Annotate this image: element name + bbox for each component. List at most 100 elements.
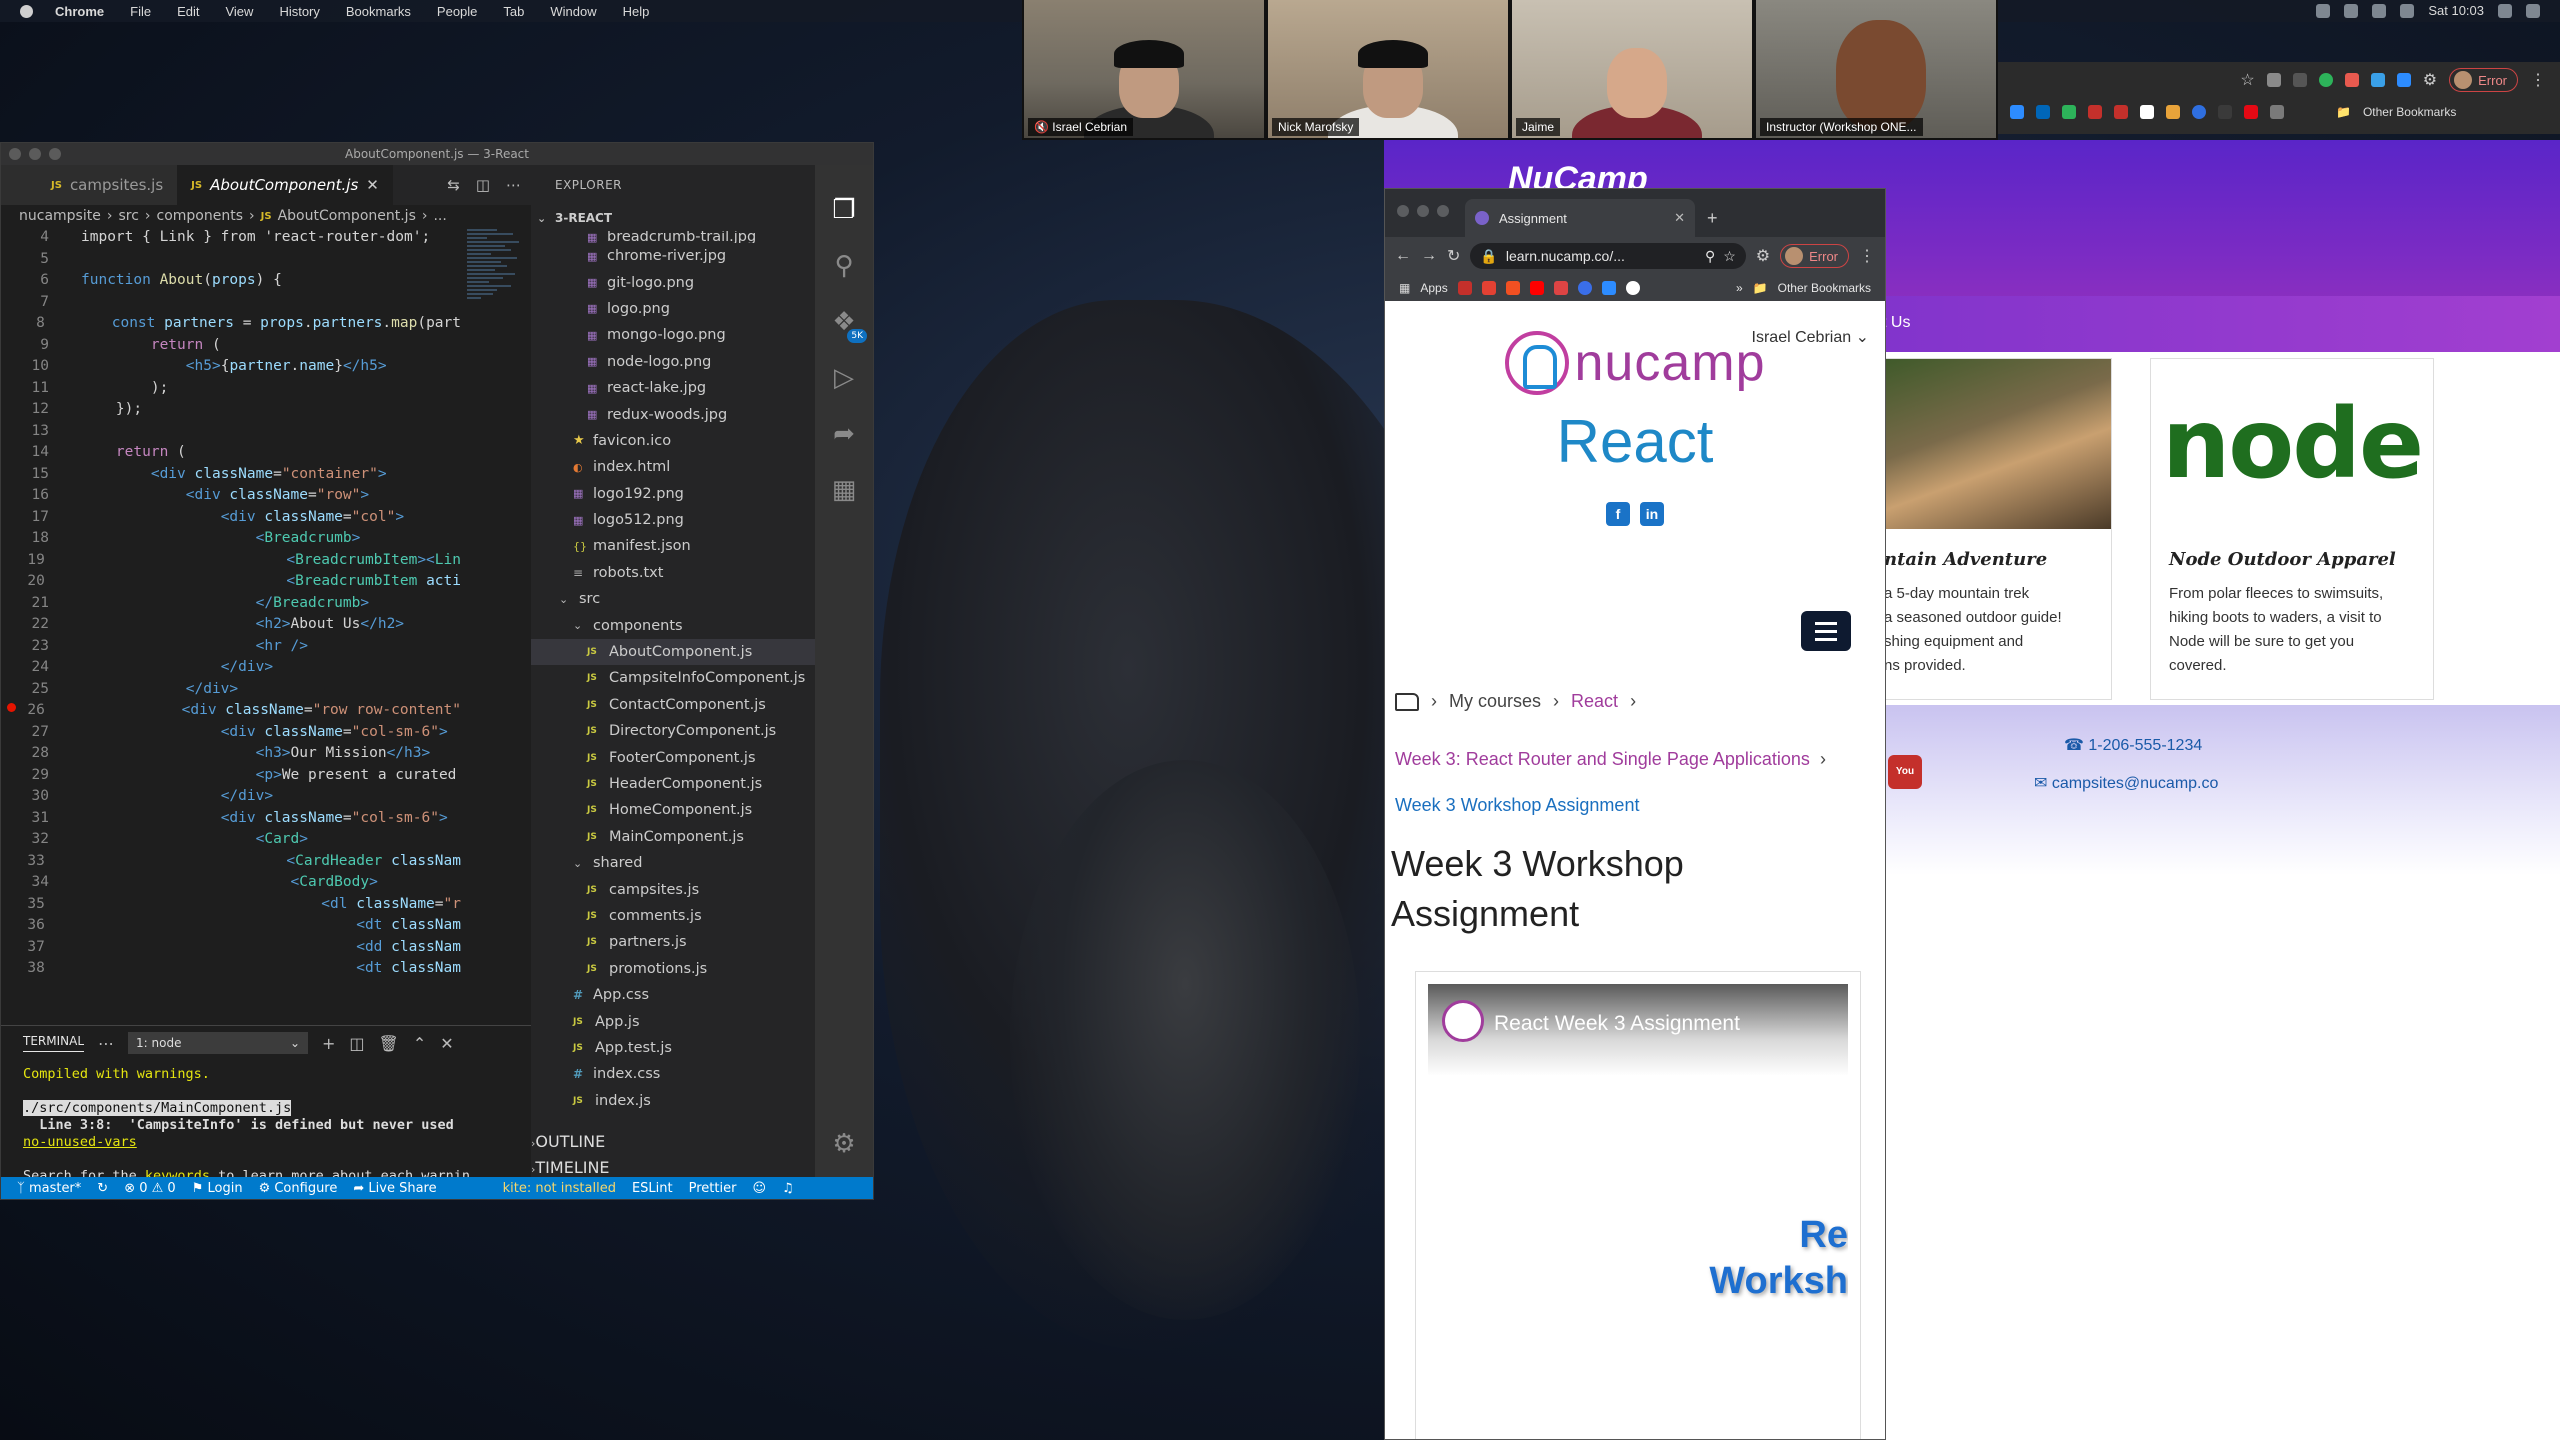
code-line[interactable]: 30 </div> bbox=[1, 786, 461, 808]
breadcrumb-item[interactable]: nucampsite bbox=[19, 208, 101, 224]
code-line[interactable]: 12 }); bbox=[1, 399, 461, 421]
folder-item[interactable]: ⌄ components bbox=[531, 612, 817, 638]
code-line[interactable]: 7 bbox=[1, 292, 461, 314]
code-line[interactable]: 16 <div className="row"> bbox=[1, 485, 461, 507]
other-bookmarks-link[interactable]: Other Bookmarks bbox=[2363, 105, 2456, 119]
code-line[interactable]: 32 <Card> bbox=[1, 829, 461, 851]
file-item[interactable]: JS MainComponent.js bbox=[531, 824, 817, 850]
close-window-button[interactable] bbox=[9, 148, 21, 160]
menu-tab[interactable]: Tab bbox=[503, 4, 524, 19]
file-item[interactable]: ▦ mongo-logo.png bbox=[531, 322, 817, 348]
timeline-section[interactable]: ›TIMELINE bbox=[531, 1158, 817, 1177]
menu-people[interactable]: People bbox=[437, 4, 477, 19]
bookmark-icon[interactable] bbox=[1577, 281, 1592, 295]
zoom-extension-icon[interactable] bbox=[2396, 73, 2411, 87]
feedback-icon[interactable]: ☺ bbox=[752, 1181, 766, 1196]
extension-icon[interactable] bbox=[2292, 73, 2307, 87]
code-line[interactable]: 34 <CardBody> bbox=[1, 872, 461, 894]
code-line[interactable]: 25 </div> bbox=[1, 679, 461, 701]
code-line[interactable]: 28 <h3>Our Mission</h3> bbox=[1, 743, 461, 765]
file-item[interactable]: ★ favicon.ico bbox=[531, 428, 817, 454]
hamburger-menu-button[interactable] bbox=[1801, 611, 1851, 651]
branch-status[interactable]: ᛉ master* bbox=[17, 1181, 81, 1196]
project-section[interactable]: ⌄ 3-REACT bbox=[531, 205, 817, 231]
liveshare-status[interactable]: ➦ Live Share bbox=[353, 1181, 436, 1196]
code-line[interactable]: 24 </div> bbox=[1, 657, 461, 679]
microsoft-bookmark-icon[interactable] bbox=[1505, 281, 1520, 295]
gear-icon[interactable]: ⚙ bbox=[829, 1129, 859, 1159]
file-item[interactable]: ▦ redux-woods.jpg bbox=[531, 401, 817, 427]
breadcrumb-my-courses[interactable]: My courses bbox=[1449, 691, 1541, 712]
file-item[interactable]: ▦ react-lake.jpg bbox=[531, 375, 817, 401]
bookmark-icon[interactable] bbox=[1457, 281, 1472, 295]
other-bookmarks-link[interactable]: Other Bookmarks bbox=[1778, 281, 1871, 295]
google-bookmark-icon[interactable] bbox=[1625, 281, 1640, 295]
facebook-icon[interactable]: f bbox=[1606, 502, 1630, 526]
code-line[interactable]: 14 return ( bbox=[1, 442, 461, 464]
tab-aboutcomponent-js[interactable]: JS AboutComponent.js ✕ bbox=[177, 165, 393, 205]
file-item[interactable]: ▦ breadcrumb-trail.jpg bbox=[531, 231, 817, 243]
outline-section[interactable]: ›OUTLINE bbox=[531, 1132, 817, 1151]
bookmark-icon[interactable] bbox=[2114, 105, 2128, 119]
bookmark-icon[interactable] bbox=[2192, 105, 2206, 119]
kite-status[interactable]: kite: not installed bbox=[503, 1181, 616, 1196]
file-item[interactable]: JS DirectoryComponent.js bbox=[531, 718, 817, 744]
split-editor-icon[interactable]: ◫ bbox=[476, 176, 490, 194]
menubar-app-name[interactable]: Chrome bbox=[55, 4, 104, 19]
terminal-output[interactable]: Compiled with warnings. ./src/components… bbox=[1, 1060, 531, 1191]
tray-icon[interactable] bbox=[2316, 3, 2331, 18]
code-line[interactable]: 11 ); bbox=[1, 378, 461, 400]
zoom-lens-icon[interactable]: ⚲ bbox=[1705, 248, 1715, 265]
apple-icon[interactable] bbox=[20, 4, 33, 18]
search-icon[interactable] bbox=[2498, 3, 2512, 18]
puzzle-icon[interactable]: ⚙ bbox=[2423, 70, 2437, 90]
kebab-menu-icon[interactable]: ⋮ bbox=[1859, 246, 1875, 266]
code-line[interactable]: 26 <div className="row row-content" bbox=[1, 700, 461, 722]
code-line[interactable]: 17 <div className="col"> bbox=[1, 507, 461, 529]
grammarly-icon[interactable] bbox=[2318, 73, 2333, 87]
explorer-icon[interactable]: ❐ bbox=[829, 195, 859, 225]
code-line[interactable]: 31 <div className="col-sm-6"> bbox=[1, 808, 461, 830]
file-item[interactable]: JS CampsiteInfoComponent.js bbox=[531, 665, 817, 691]
file-item[interactable]: {} manifest.json bbox=[531, 533, 817, 559]
video-embed[interactable]: React Week 3 Assignment Re Worksh bbox=[1415, 971, 1861, 1439]
file-item[interactable]: JS AboutComponent.js bbox=[531, 638, 817, 666]
file-item[interactable]: ▦ logo192.png bbox=[531, 481, 817, 507]
add-terminal-icon[interactable]: + bbox=[322, 1034, 335, 1053]
more-icon[interactable]: ⋯ bbox=[98, 1034, 114, 1053]
file-item[interactable]: JS HeaderComponent.js bbox=[531, 771, 817, 797]
code-line[interactable]: 8 const partners = props.partners.map(pa… bbox=[1, 313, 461, 335]
tab-assignment[interactable]: Assignment ✕ bbox=[1465, 199, 1695, 237]
wifi-icon[interactable] bbox=[2372, 3, 2387, 18]
extension-icon[interactable] bbox=[2266, 73, 2281, 87]
bookmark-icon[interactable] bbox=[2088, 105, 2102, 119]
kebab-menu-icon[interactable]: ⋮ bbox=[2530, 70, 2546, 90]
login-status[interactable]: ⚑ Login bbox=[192, 1181, 243, 1196]
file-item[interactable]: ▦ logo.png bbox=[531, 296, 817, 322]
file-item[interactable]: JS partners.js bbox=[531, 929, 817, 955]
breadcrumb-item[interactable]: AboutComponent.js bbox=[278, 208, 416, 224]
medium-bookmark-icon[interactable] bbox=[2140, 105, 2154, 119]
participant-tile[interactable]: Instructor (Workshop ONE... bbox=[1756, 0, 1996, 138]
zoom-bookmark-icon[interactable] bbox=[1601, 281, 1616, 295]
forward-icon[interactable]: → bbox=[1421, 247, 1437, 265]
terminal-panel[interactable]: TERMINAL ⋯ 1: node ⌄ + ◫ 🗑 ⌃ ✕ Compiled w… bbox=[1, 1025, 531, 1199]
address-bar[interactable]: 🔒 learn.nucamp.co/... ⚲ ☆ bbox=[1470, 243, 1746, 269]
folder-item[interactable]: ⌄ src bbox=[531, 586, 817, 612]
code-line[interactable]: 5 bbox=[1, 249, 461, 271]
menu-view[interactable]: View bbox=[225, 4, 253, 19]
zoom-window-button[interactable] bbox=[49, 148, 61, 160]
netflix-bookmark-icon[interactable] bbox=[2244, 105, 2258, 119]
bookmark-icon[interactable] bbox=[2218, 105, 2232, 119]
code-line[interactable]: 6 function About(props) { bbox=[1, 270, 461, 292]
code-line[interactable]: 18 <Breadcrumb> bbox=[1, 528, 461, 550]
code-line[interactable]: 20 <BreadcrumbItem acti bbox=[1, 571, 461, 593]
battery-icon[interactable] bbox=[2400, 3, 2415, 18]
bookmark-icon[interactable] bbox=[2062, 105, 2076, 119]
file-item[interactable]: # App.css bbox=[531, 982, 817, 1008]
bookmark-icon[interactable] bbox=[1553, 281, 1568, 295]
code-line[interactable]: 13 bbox=[1, 421, 461, 443]
code-line[interactable]: 9 return ( bbox=[1, 335, 461, 357]
menu-edit[interactable]: Edit bbox=[177, 4, 199, 19]
search-icon[interactable]: ⚲ bbox=[829, 251, 859, 281]
